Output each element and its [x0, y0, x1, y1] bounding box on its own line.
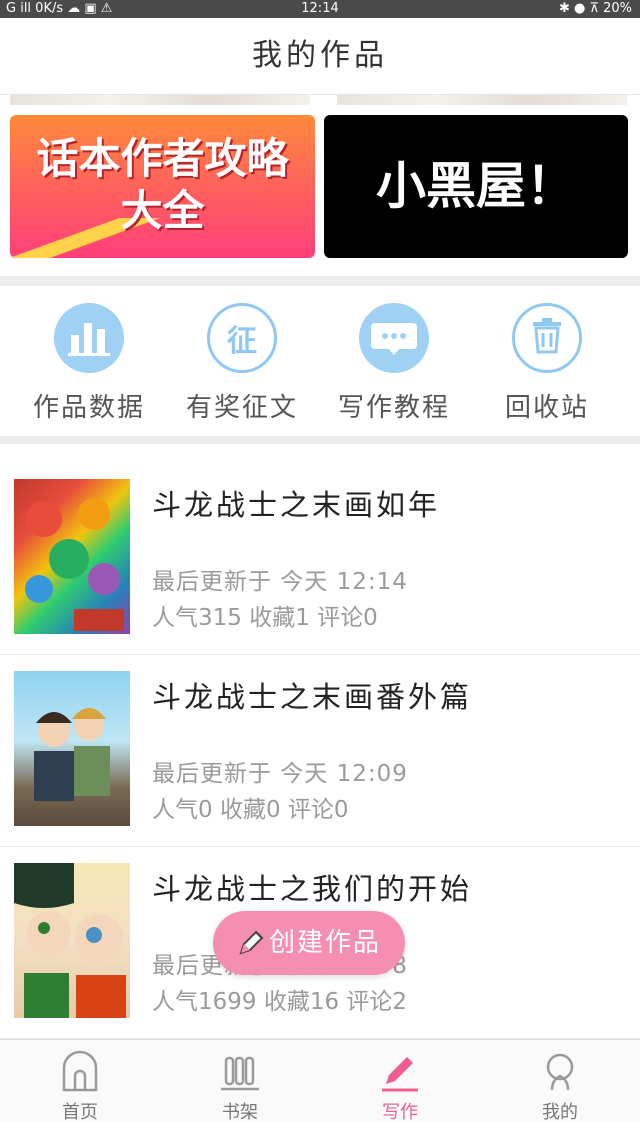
quick-action-recycle-label: 回收站: [504, 393, 589, 423]
tab-write[interactable]: 写作: [320, 1040, 480, 1123]
zheng-badge-glyph: 征: [227, 324, 257, 359]
work-cover: [14, 671, 130, 826]
work-cover: [14, 479, 130, 634]
banner-black-room-text: 小黑屋！: [376, 157, 576, 215]
work-item[interactable]: 斗龙战士之末画如年 最后更新于 今天 12:14 人气315 收藏1 评论0: [0, 462, 640, 655]
create-work-button[interactable]: 创建作品: [213, 911, 405, 975]
quick-action-tutorial-label: 写作教程: [337, 393, 450, 423]
banner-author-guide-line1: 话本作者攻略: [36, 134, 289, 183]
tab-bookshelf[interactable]: 书架: [160, 1040, 320, 1123]
banner-strip-right[interactable]: [337, 95, 627, 105]
app-header: 我的作品: [0, 18, 640, 95]
profile-icon: [538, 1050, 582, 1094]
home-icon: [58, 1050, 102, 1094]
work-title: 斗龙战士之我们的开始: [152, 872, 473, 906]
quick-action-contest[interactable]: 征 有奖征文: [166, 297, 318, 424]
quick-action-recycle[interactable]: 回收站: [471, 297, 623, 424]
banner-black-room[interactable]: 小黑屋！: [324, 115, 628, 258]
tab-profile[interactable]: 我的: [480, 1040, 640, 1123]
work-title: 斗龙战士之末画番外篇: [152, 680, 473, 714]
work-updated: 最后更新于 今天 12:09: [152, 761, 408, 787]
status-bar: G ill 0K/s ☁ ▣ ⚠ 12:14 ✱ ● ⊼ 20%: [0, 0, 640, 18]
status-time: 12:14: [301, 1, 339, 16]
work-stats: 人气315 收藏1 评论0: [152, 605, 378, 631]
bottom-tab-bar: 首页 书架 写作 我的: [0, 1039, 640, 1123]
zheng-badge-icon: 征: [207, 303, 277, 373]
section-divider: [0, 276, 640, 286]
banner-author-guide[interactable]: 话本作者攻略 大全: [10, 115, 315, 258]
work-stats: 人气0 收藏0 评论0: [152, 797, 349, 823]
work-item[interactable]: 斗龙战士之末画番外篇 最后更新于 今天 12:09 人气0 收藏0 评论0: [0, 654, 640, 847]
section-divider: [0, 436, 640, 444]
pencil-icon: [235, 929, 265, 959]
quick-actions: 作品数据 征 有奖征文 写作教程 回收站: [0, 297, 640, 432]
page-title: 我的作品: [252, 38, 388, 73]
banner-author-guide-line2: 大全: [120, 186, 205, 235]
banner-author-guide-text: 话本作者攻略 大全: [10, 133, 315, 237]
work-updated: 最后更新于 今天 12:14: [152, 569, 408, 595]
quick-action-stats-label: 作品数据: [32, 393, 145, 423]
quick-action-stats[interactable]: 作品数据: [13, 297, 165, 424]
chat-bubble-icon: [359, 303, 429, 373]
banner-strip-left[interactable]: [10, 95, 310, 105]
bookshelf-icon: [218, 1050, 262, 1094]
work-stats: 人气1699 收藏16 评论2: [152, 989, 408, 1015]
tab-bookshelf-label: 书架: [222, 1102, 258, 1123]
work-title: 斗龙战士之末画如年: [152, 488, 441, 522]
tab-write-label: 写作: [382, 1102, 418, 1123]
pen-icon: [378, 1050, 422, 1094]
quick-action-tutorial[interactable]: 写作教程: [318, 297, 470, 424]
work-cover: [14, 863, 130, 1018]
tab-home[interactable]: 首页: [0, 1040, 160, 1123]
create-work-label: 创建作品: [269, 928, 382, 958]
trash-icon: [512, 303, 582, 373]
status-right-icons: ✱ ● ⊼ 20%: [558, 1, 632, 16]
tab-profile-label: 我的: [542, 1102, 578, 1123]
quick-action-contest-label: 有奖征文: [185, 393, 298, 423]
bar-chart-icon: [54, 303, 124, 373]
tab-home-label: 首页: [62, 1102, 98, 1123]
